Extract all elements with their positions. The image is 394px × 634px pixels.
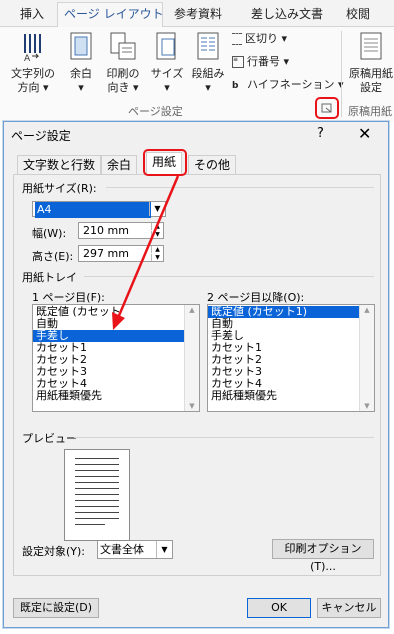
annotation-arrow <box>112 175 180 330</box>
